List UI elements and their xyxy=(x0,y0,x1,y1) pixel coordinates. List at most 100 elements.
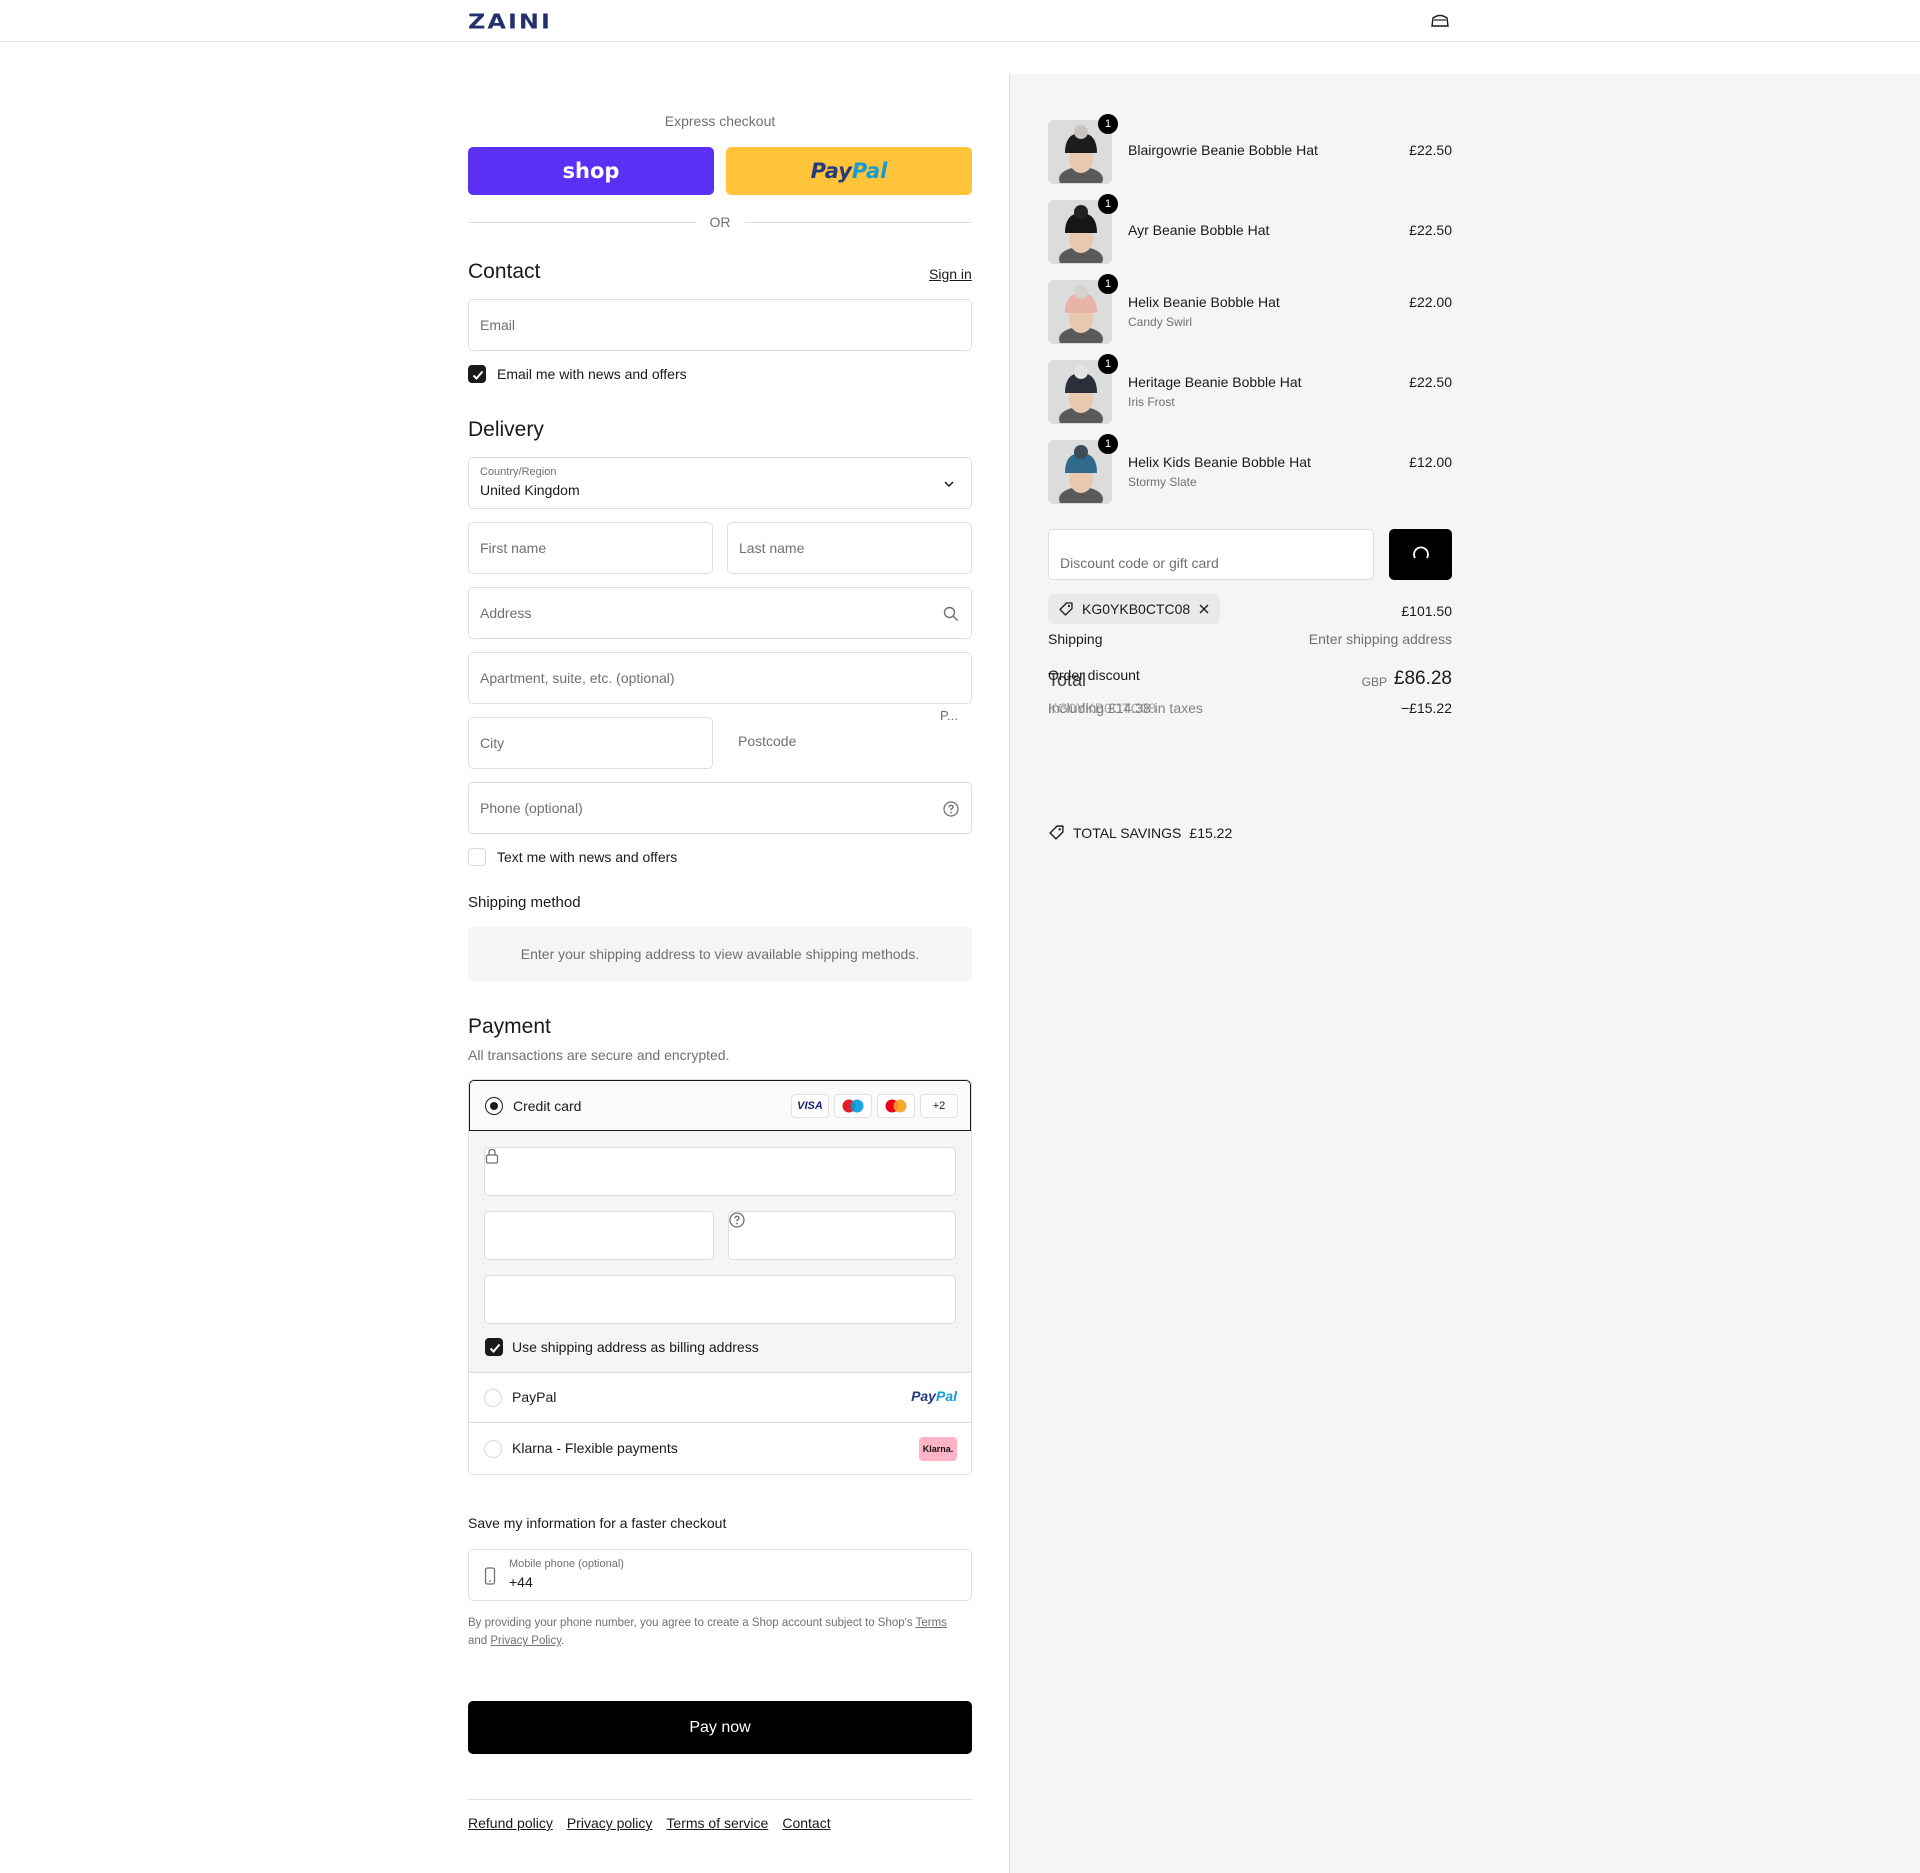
tag-icon xyxy=(1049,825,1064,840)
email-news-checkbox[interactable] xyxy=(468,365,486,383)
quantity-badge: 1 xyxy=(1098,274,1118,294)
expiry-field[interactable] xyxy=(484,1211,714,1260)
credit-card-option[interactable]: Credit card VISA +2 xyxy=(469,1080,971,1131)
line-item: 1 Blairgowrie Beanie Bobble Hat £22.50 xyxy=(1048,114,1452,184)
klarna-option[interactable]: Klarna - Flexible payments Klarna. xyxy=(469,1424,971,1474)
security-code-field[interactable] xyxy=(728,1211,956,1260)
shipping-method-message: Enter your shipping address to view avai… xyxy=(520,946,920,962)
apartment-field[interactable]: Apartment, suite, etc. (optional) xyxy=(468,652,972,704)
country-select[interactable]: Country/Region United Kingdom xyxy=(468,457,972,509)
paypal-express-button[interactable]: Pay Pal xyxy=(726,147,972,195)
last-name-placeholder: Last name xyxy=(739,540,805,556)
maestro-icon xyxy=(834,1094,872,1118)
name-on-card-field[interactable] xyxy=(484,1275,956,1324)
refund-policy-link[interactable]: Refund policy xyxy=(468,1815,553,1831)
line-item: 1 Helix Kids Beanie Bobble Hat Stormy Slat… xyxy=(1048,434,1452,504)
shop-pay-button[interactable]: shop xyxy=(468,147,714,195)
credit-card-form: Use shipping address as billing address xyxy=(469,1131,971,1373)
shipping-value: Enter shipping address xyxy=(1308,631,1452,647)
email-field[interactable]: Email xyxy=(468,299,972,351)
item-name: Helix Beanie Bobble Hat xyxy=(1128,294,1280,310)
legal-notice: By providing your phone number, you agre… xyxy=(468,1614,972,1650)
contact-link[interactable]: Contact xyxy=(782,1815,830,1831)
paypal-logo-part1: Pay xyxy=(810,159,852,183)
phone-placeholder: Phone (optional) xyxy=(480,800,583,816)
item-price: £22.50 xyxy=(1409,222,1452,238)
quantity-badge: 1 xyxy=(1098,354,1118,374)
item-variant: Iris Frost xyxy=(1128,395,1175,409)
paypal-logo-part2: Pal xyxy=(851,159,888,183)
pay-now-button[interactable]: Pay now xyxy=(468,1701,972,1754)
total-savings-value: £15.22 xyxy=(1189,824,1233,841)
express-checkout-title: Express checkout xyxy=(664,113,776,129)
paypal-radio[interactable] xyxy=(484,1389,502,1407)
text-news-checkbox[interactable] xyxy=(468,848,486,866)
mobile-phone-field[interactable]: Mobile phone (optional) +44 xyxy=(468,1549,972,1601)
legal-prefix: By providing your phone number, you agre… xyxy=(468,1617,913,1629)
item-name: Ayr Beanie Bobble Hat xyxy=(1128,222,1270,238)
terms-of-service-link[interactable]: Terms of service xyxy=(666,1815,768,1831)
phone-field[interactable]: Phone (optional) xyxy=(468,782,972,834)
shipping-method-notice: Enter your shipping address to view avai… xyxy=(468,927,972,981)
store-logo[interactable]: ZAINI xyxy=(468,10,552,34)
credit-card-radio[interactable] xyxy=(485,1097,503,1115)
payment-methods: Credit card VISA +2 Use shipping address… xyxy=(468,1079,972,1475)
order-discount-code: KG0YKB0CTC08 xyxy=(1048,700,1157,716)
payment-heading: Payment xyxy=(468,1015,551,1038)
tag-icon xyxy=(1059,602,1073,616)
card-number-field[interactable] xyxy=(484,1147,956,1196)
mobile-phone-value: +44 xyxy=(509,1574,533,1590)
quantity-badge: 1 xyxy=(1098,434,1118,454)
item-price: £12.00 xyxy=(1409,454,1452,470)
total-value: £86.28 xyxy=(1393,668,1452,689)
search-icon xyxy=(943,606,958,621)
visa-icon: VISA xyxy=(791,1094,829,1118)
last-name-field[interactable]: Last name xyxy=(727,522,972,574)
sign-in-link[interactable]: Sign in xyxy=(929,266,972,282)
item-variant: Candy Swirl xyxy=(1128,315,1193,329)
checkmark-icon xyxy=(489,1343,501,1353)
address-field[interactable]: Address xyxy=(468,587,972,639)
delivery-heading: Delivery xyxy=(468,418,544,441)
paypal-option[interactable]: PayPal PayPal xyxy=(469,1373,971,1423)
mobile-phone-label: Mobile phone (optional) xyxy=(509,1558,624,1570)
discount-placeholder: Discount code or gift card xyxy=(1060,555,1219,571)
pay-now-label: Pay now xyxy=(689,1718,751,1736)
checkmark-icon xyxy=(472,370,484,380)
line-item: 1 Helix Beanie Bobble Hat Candy Swirl £22.0… xyxy=(1048,274,1452,344)
billing-same-label: Use shipping address as billing address xyxy=(512,1339,759,1355)
item-price: £22.00 xyxy=(1409,294,1452,310)
line-item: 1 Ayr Beanie Bobble Hat £22.50 xyxy=(1048,194,1452,264)
discount-code-field[interactable]: Discount code or gift card xyxy=(1048,529,1374,580)
item-price: £22.50 xyxy=(1409,142,1452,158)
country-label: Country/Region xyxy=(480,466,557,478)
klarna-label: Klarna - Flexible payments xyxy=(512,1440,678,1456)
billing-same-checkbox[interactable] xyxy=(485,1338,503,1356)
remove-discount-icon[interactable] xyxy=(1198,603,1210,615)
privacy-policy-footer-link[interactable]: Privacy policy xyxy=(567,1815,653,1831)
quantity-badge: 1 xyxy=(1098,114,1118,134)
email-placeholder: Email xyxy=(480,317,516,333)
applied-discount-chip: KG0YKB0CTC08 xyxy=(1048,594,1221,624)
shipping-method-heading: Shipping method xyxy=(468,894,581,911)
privacy-policy-link[interactable]: Privacy Policy xyxy=(490,1635,561,1647)
quantity-badge: 1 xyxy=(1098,194,1118,214)
klarna-logo: Klarna. xyxy=(919,1437,957,1461)
klarna-radio[interactable] xyxy=(484,1440,502,1458)
bag-icon[interactable] xyxy=(1430,14,1450,28)
help-icon[interactable] xyxy=(729,1212,745,1228)
or-divider: OR xyxy=(468,212,972,232)
site-header: ZAINI xyxy=(0,0,1920,42)
terms-link[interactable]: Terms xyxy=(916,1617,947,1629)
apartment-placeholder: Apartment, suite, etc. (optional) xyxy=(480,670,675,686)
first-name-field[interactable]: First name xyxy=(468,522,713,574)
total-savings-label: TOTAL SAVINGS xyxy=(1073,824,1182,841)
contact-heading: Contact xyxy=(468,260,541,283)
city-field[interactable]: City xyxy=(468,717,713,769)
discount-value: −£15.22 xyxy=(1401,700,1452,716)
save-info-heading: Save my information for a faster checkou… xyxy=(468,1515,727,1531)
help-icon[interactable] xyxy=(943,801,959,817)
line-item: 1 Heritage Beanie Bobble Hat Iris Frost £22… xyxy=(1048,354,1452,424)
apply-discount-button[interactable] xyxy=(1389,529,1452,580)
postcode-field[interactable]: Postcode xyxy=(738,733,796,749)
